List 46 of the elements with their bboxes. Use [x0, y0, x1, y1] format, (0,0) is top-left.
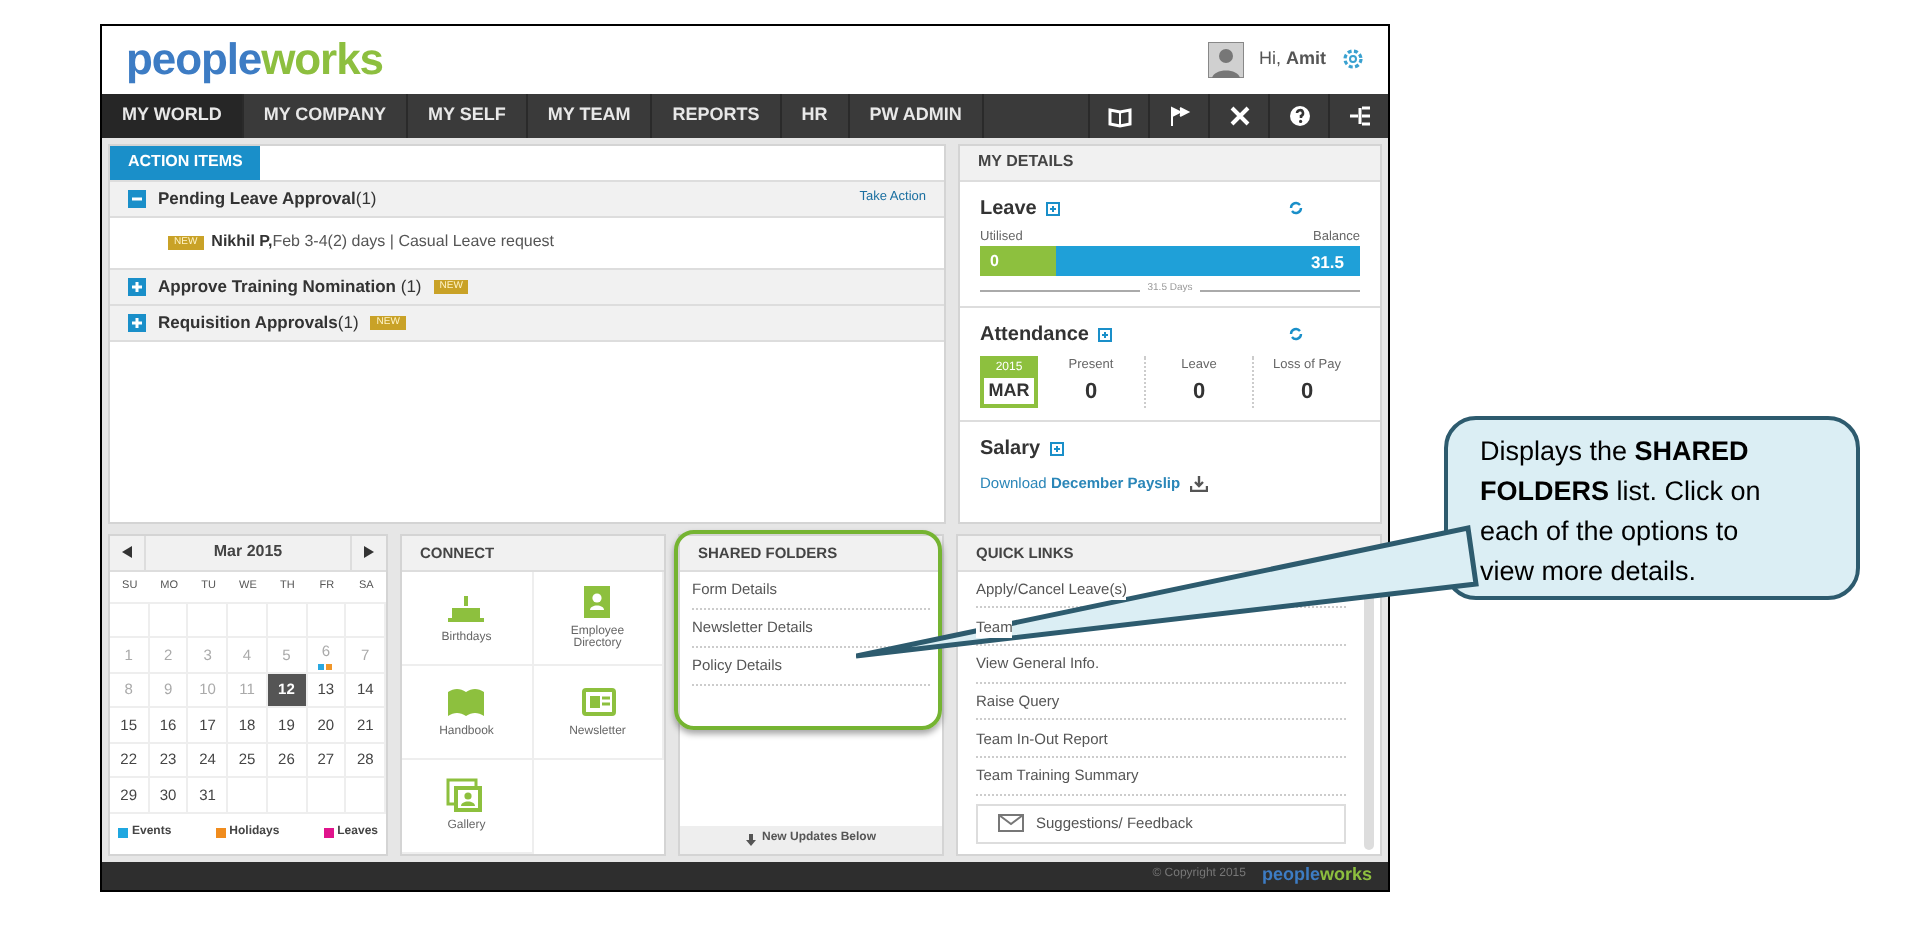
- group-title[interactable]: Approve Training Nomination (1): [158, 273, 422, 299]
- section-title: Leave: [980, 195, 1037, 224]
- help-icon: [1287, 103, 1311, 128]
- greeting: Hi, Amit: [1259, 46, 1326, 73]
- expand-icon: [1046, 201, 1061, 216]
- newspaper-icon: [577, 684, 618, 721]
- stat-value: 0: [1192, 377, 1206, 408]
- logo[interactable]: peopleworks: [126, 26, 383, 93]
- leave-request[interactable]: Nikhil P,Feb 3-4(2) days | Casual Leave request: [211, 230, 555, 255]
- picture-icon: [446, 778, 487, 815]
- stat-value: 0: [1084, 377, 1098, 408]
- group-title[interactable]: Pending Leave Approval(1): [158, 185, 377, 211]
- avatar-icon: [1207, 41, 1243, 78]
- next-icon: [364, 546, 374, 559]
- sitemap-icon: [1347, 103, 1371, 128]
- panel-title: MY DETAILS: [978, 150, 1074, 175]
- book-icon: [446, 684, 487, 721]
- empty-calendar-cell: [346, 778, 386, 814]
- previous-icon: [122, 546, 132, 559]
- panel-tab[interactable]: ACTION ITEMS: [110, 145, 261, 180]
- empty-calendar-cell: [346, 603, 386, 639]
- expand-icon[interactable]: [128, 277, 146, 296]
- stat-value: 0: [1300, 377, 1314, 408]
- expand-icon: [1098, 327, 1113, 342]
- group-title[interactable]: Requisition Approvals(1): [158, 309, 359, 335]
- nav-tab[interactable]: MY WORLD: [102, 93, 244, 138]
- expand-icon: [1050, 442, 1065, 457]
- book-icon: [1107, 103, 1131, 128]
- section-title: Salary: [980, 436, 1041, 465]
- refresh-icon: [1288, 326, 1304, 343]
- expand-icon[interactable]: [128, 313, 146, 332]
- section-title: Attendance: [980, 321, 1089, 350]
- collapse-icon[interactable]: [128, 189, 146, 208]
- empty-calendar-cell: [110, 603, 150, 639]
- mail-icon: [998, 814, 1024, 833]
- balance-value: 31.5: [1310, 249, 1346, 275]
- utilised-value: 0: [990, 249, 999, 274]
- down-arrow-icon: [745, 833, 756, 846]
- flag-icon: [1167, 103, 1191, 128]
- refresh-icon: [1288, 200, 1304, 217]
- download-icon: [1190, 476, 1209, 492]
- settings-icon: [1342, 48, 1364, 71]
- logo[interactable]: peopleworks: [1261, 862, 1372, 890]
- callout: Displays the SHARED FOLDERS list. Click on each of the options to view more details.: [1444, 416, 1860, 600]
- cake-icon: [446, 590, 487, 627]
- month-title: Mar 2015: [146, 535, 350, 570]
